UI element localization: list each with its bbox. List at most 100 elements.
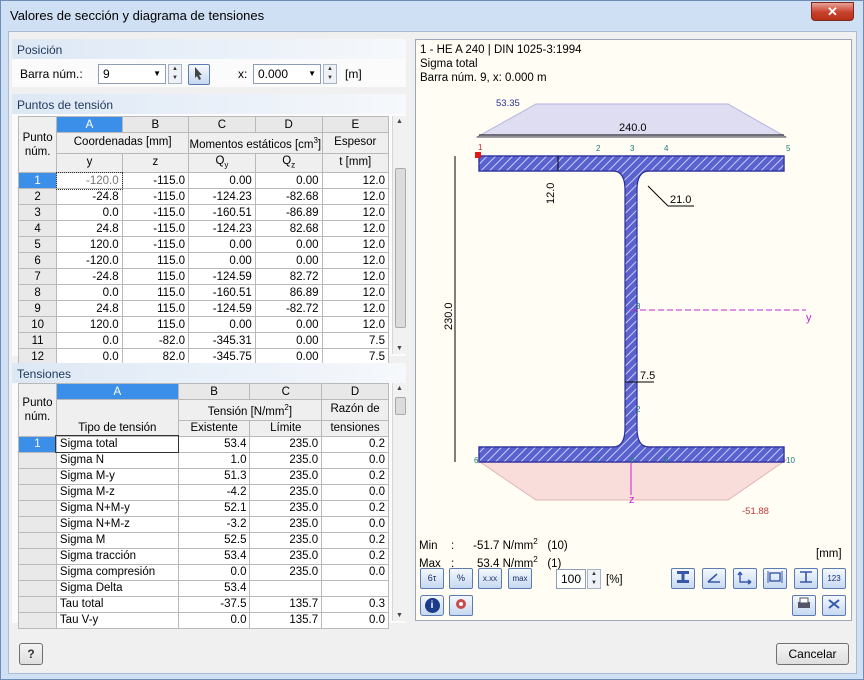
table-cell[interactable]: 0.0	[177, 611, 251, 629]
table-cell[interactable]: 12.0	[321, 204, 390, 222]
table-cell[interactable]: 0.2	[321, 435, 389, 453]
help-button[interactable]: ?	[19, 643, 43, 665]
table-cell[interactable]: 0.0	[321, 483, 389, 501]
table-cell[interactable]: 12.0	[321, 300, 390, 318]
col-letter[interactable]: B	[177, 383, 251, 400]
table-cell[interactable]: 235.0	[249, 531, 323, 549]
table-cell[interactable]: Sigma N+M-z	[55, 515, 179, 533]
table-cell[interactable]: -115.0	[121, 188, 190, 206]
table-cell[interactable]: Sigma Delta	[55, 579, 179, 597]
table-cell[interactable]: 135.7	[249, 595, 323, 613]
table-cell[interactable]: 115.0	[121, 252, 190, 270]
table-cell[interactable]: 115.0	[121, 316, 190, 334]
table-row[interactable]: 1 Sigma total 53.4 235.0 0.2	[18, 435, 389, 454]
table-cell[interactable]: Sigma N	[55, 451, 179, 469]
table-row[interactable]: 5 120.0 -115.0 0.00 0.00 12.0	[17, 236, 390, 254]
table-cell[interactable]: 0.0	[56, 204, 123, 222]
table-row[interactable]: Sigma N 1.0 235.0 0.0	[18, 451, 389, 469]
table-cell[interactable]: Tau V-y	[55, 611, 179, 629]
table-cell[interactable]: 235.0	[249, 435, 323, 453]
table-cell[interactable]: Sigma M-y	[55, 467, 179, 485]
table-cell[interactable]: -86.89	[254, 204, 323, 222]
outline-dims-button[interactable]	[763, 568, 787, 589]
table-cell[interactable]	[249, 579, 323, 597]
table-cell[interactable]: 120.0	[56, 236, 123, 254]
table-cell[interactable]: 1.0	[177, 451, 251, 469]
decimals-button[interactable]: x.xx	[478, 568, 502, 589]
table-cell[interactable]: 0.00	[188, 316, 256, 334]
section-view-button[interactable]	[671, 568, 695, 589]
table-cell[interactable]: 0.00	[254, 252, 323, 270]
table-row[interactable]: Sigma N+M-z -3.2 235.0 0.0	[18, 515, 389, 533]
stress-points-scrollbar[interactable]: ▲ ▼	[392, 116, 407, 354]
table-cell[interactable]: Sigma total	[55, 435, 180, 454]
percent-button[interactable]: %	[449, 568, 473, 589]
col-letter[interactable]: D	[321, 383, 389, 400]
table-cell[interactable]: -120.0	[55, 171, 124, 190]
table-cell[interactable]: 7.5	[321, 332, 390, 350]
table-cell[interactable]: 115.0	[121, 268, 190, 286]
table-row[interactable]: Sigma tracción 53.4 235.0 0.2	[18, 547, 389, 565]
x-select[interactable]: 0.000 ▼	[253, 64, 321, 84]
table-cell[interactable]: Sigma tracción	[55, 547, 179, 565]
table-cell[interactable]: 12.0	[321, 236, 390, 254]
table-cell[interactable]: -3.2	[177, 515, 251, 533]
table-cell[interactable]: 0.00	[254, 316, 323, 334]
table-cell[interactable]: 0.0	[177, 563, 251, 581]
table-cell[interactable]: 82.68	[254, 220, 323, 238]
table-cell[interactable]: 0.0	[321, 451, 389, 469]
table-cell[interactable]: 235.0	[249, 515, 323, 533]
table-cell[interactable]: 0.0	[321, 611, 389, 629]
table-cell[interactable]: 0.0	[56, 332, 123, 350]
table-cell[interactable]: 0.2	[321, 499, 389, 517]
axes-button[interactable]	[702, 568, 726, 589]
table-cell[interactable]: Sigma N+M-y	[55, 499, 179, 517]
print-button[interactable]	[792, 595, 816, 616]
table-cell[interactable]: -37.5	[177, 595, 251, 613]
bar-select[interactable]: 9 ▼	[98, 64, 166, 84]
table-cell[interactable]: 115.0	[121, 284, 190, 302]
table-cell[interactable]: 235.0	[249, 563, 323, 581]
table-cell[interactable]: 115.0	[121, 300, 190, 318]
table-cell[interactable]: -160.51	[188, 284, 256, 302]
table-cell[interactable]: 53.4	[177, 547, 251, 565]
table-cell[interactable]: 12.0	[321, 188, 390, 206]
pick-bar-button[interactable]	[188, 64, 210, 85]
table-cell[interactable]: 235.0	[249, 483, 323, 501]
table-cell[interactable]: 0.2	[321, 467, 389, 485]
table-cell[interactable]: 0.00	[188, 172, 256, 190]
col-letter[interactable]: B	[121, 116, 190, 133]
table-cell[interactable]: 12.0	[321, 172, 390, 190]
table-cell[interactable]: 0.00	[188, 236, 256, 254]
table-cell[interactable]: -24.8	[56, 268, 123, 286]
table-row[interactable]: 7 -24.8 115.0 -124.59 82.72 12.0	[17, 268, 390, 286]
table-cell[interactable]: 135.7	[249, 611, 323, 629]
table-cell[interactable]: 0.00	[254, 236, 323, 254]
stress-point-marker[interactable]	[475, 152, 481, 158]
table-cell[interactable]: 120.0	[56, 316, 123, 334]
table-cell[interactable]: -115.0	[121, 236, 190, 254]
col-letter[interactable]: D	[254, 116, 323, 133]
close-button[interactable]: ✕	[811, 2, 854, 21]
table-row[interactable]: Sigma M 52.5 235.0 0.2	[18, 531, 389, 549]
numbering-button[interactable]: 123	[822, 568, 846, 589]
table-cell[interactable]: 82.72	[254, 268, 323, 286]
col-letter[interactable]: C	[249, 383, 323, 400]
table-cell[interactable]: -160.51	[188, 204, 256, 222]
table-cell[interactable]: -4.2	[177, 483, 251, 501]
table-row[interactable]: 1 -120.0 -115.0 0.00 0.00 12.0	[17, 171, 390, 190]
scroll-thumb[interactable]	[395, 397, 406, 415]
section-diagram[interactable]: 240.0 230.0 12.0 21.0 7.5 y z 53.35 -51.…	[416, 40, 851, 540]
table-row[interactable]: Sigma compresión 0.0 235.0 0.0	[18, 563, 389, 581]
table-cell[interactable]: 52.5	[177, 531, 251, 549]
table-cell[interactable]: 86.89	[254, 284, 323, 302]
table-cell[interactable]: -124.59	[188, 268, 256, 286]
table-cell[interactable]	[321, 579, 389, 597]
stresses-scrollbar[interactable]: ▲ ▼	[392, 383, 407, 621]
col-letter[interactable]: A	[55, 383, 179, 400]
table-row[interactable]: Tau V-y 0.0 135.7 0.0	[18, 611, 389, 629]
zoom-spinner[interactable]: ▲ ▼	[587, 569, 601, 589]
table-cell[interactable]: 12.0	[321, 252, 390, 270]
table-cell[interactable]: 12.0	[321, 220, 390, 238]
max-button[interactable]: max	[508, 568, 532, 589]
